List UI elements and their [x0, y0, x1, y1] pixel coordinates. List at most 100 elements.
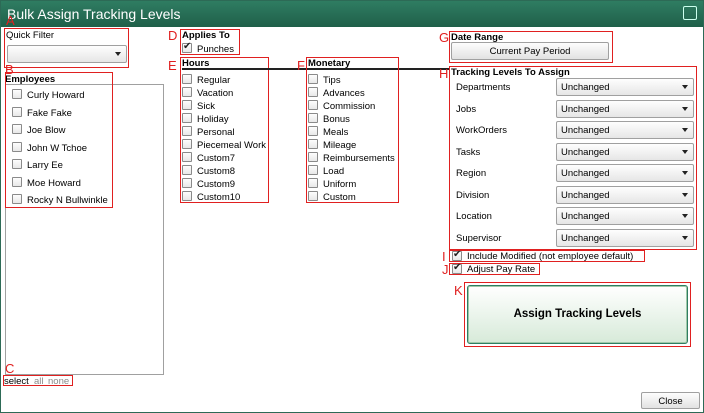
monetary-item-checkbox[interactable]	[308, 126, 318, 136]
tracking-level-dropdown[interactable]: Unchanged	[556, 207, 694, 225]
hours-item-checkbox[interactable]	[182, 165, 192, 175]
window-close-icon[interactable]	[683, 6, 697, 20]
employee-label: Larry Ee	[27, 160, 63, 171]
tracking-level-dropdown[interactable]: Unchanged	[556, 121, 694, 139]
hours-item-label: Vacation	[197, 88, 234, 99]
adjust-pay-rate-label: Adjust Pay Rate	[467, 264, 536, 275]
assign-tracking-levels-button[interactable]: Assign Tracking Levels	[467, 285, 688, 344]
employee-checkbox[interactable]	[12, 106, 22, 117]
hours-item-checkbox[interactable]	[182, 100, 192, 110]
chevron-down-icon	[115, 52, 121, 56]
quick-filter-label: Quick Filter	[6, 30, 55, 41]
hours-item-label: Regular	[197, 75, 231, 86]
employee-checkbox[interactable]	[12, 176, 22, 187]
marker-h: H	[439, 66, 449, 81]
hours-item-label: Custom10	[197, 192, 241, 203]
select-label: select	[4, 376, 29, 387]
employee-label: Curly Howard	[27, 90, 85, 101]
hours-item-label: Personal	[197, 127, 235, 138]
select-none-link[interactable]: none	[48, 376, 69, 387]
hours-item-checkbox[interactable]	[182, 191, 192, 201]
tracking-level-value: Unchanged	[561, 103, 610, 115]
tracking-level-value: Unchanged	[561, 82, 610, 93]
tracking-level-value: Unchanged	[561, 232, 610, 244]
hours-item-label: Piecemeal Work	[197, 140, 266, 151]
monetary-item-checkbox[interactable]	[308, 165, 318, 175]
employee-checkbox[interactable]	[12, 159, 22, 169]
tracking-level-dropdown[interactable]: Unchanged	[556, 164, 694, 182]
monetary-label: Monetary	[308, 58, 351, 69]
date-range-button[interactable]: Current Pay Period	[451, 42, 609, 60]
hours-item-checkbox[interactable]	[182, 87, 192, 97]
chevron-down-icon	[682, 106, 688, 111]
tracking-level-dropdown[interactable]: Unchanged	[556, 99, 694, 118]
employee-checkbox[interactable]	[12, 194, 22, 204]
monetary-item-checkbox[interactable]	[308, 87, 318, 97]
employee-checkbox[interactable]	[12, 124, 22, 134]
tracking-level-name: Division	[456, 189, 490, 201]
monetary-item-checkbox[interactable]	[308, 152, 318, 162]
marker-d: D	[168, 28, 178, 43]
tracking-level-name: WorkOrders	[456, 125, 508, 136]
monetary-item-checkbox[interactable]	[308, 139, 318, 149]
employee-checkbox[interactable]	[12, 89, 22, 99]
hours-item-label: Custom7	[197, 153, 236, 164]
tracking-levels-label: Tracking Levels To Assign	[451, 67, 570, 78]
chevron-down-icon	[682, 214, 688, 218]
include-modified-label: Include Modified (not employee default)	[467, 251, 634, 262]
chevron-down-icon	[682, 128, 688, 132]
monetary-item-checkbox[interactable]	[308, 74, 318, 84]
monetary-item-checkbox[interactable]	[308, 191, 318, 201]
chevron-down-icon	[682, 171, 688, 175]
applies-to-label: Applies To	[182, 30, 230, 41]
hours-item-checkbox[interactable]	[182, 178, 192, 188]
chevron-down-icon	[682, 235, 688, 240]
tracking-level-dropdown[interactable]: Unchanged	[556, 78, 694, 96]
chevron-down-icon	[682, 149, 688, 154]
quick-filter-dropdown[interactable]	[7, 45, 127, 63]
punches-checkbox[interactable]	[182, 41, 192, 53]
employee-label: Rocky N Bullwinkle	[27, 195, 108, 206]
monetary-item-checkbox[interactable]	[308, 113, 318, 123]
adjust-pay-rate-checkbox[interactable]	[452, 262, 462, 274]
employee-label: Joe Blow	[27, 125, 66, 136]
tracking-level-value: Unchanged	[561, 168, 610, 179]
employee-label: John W Tchoe	[27, 142, 88, 154]
tracking-level-dropdown[interactable]: Unchanged	[556, 228, 694, 247]
marker-g: G	[439, 30, 450, 45]
close-button[interactable]: Close	[641, 392, 700, 409]
hours-item-checkbox[interactable]	[182, 74, 192, 84]
select-all-link[interactable]: all	[34, 376, 44, 387]
monetary-item-checkbox[interactable]	[308, 100, 318, 110]
monetary-item-label: Advances	[323, 88, 365, 99]
monetary-item-label: Bonus	[323, 114, 350, 125]
employee-checkbox[interactable]	[12, 141, 22, 152]
hours-item-label: Custom8	[197, 166, 236, 177]
hours-item-checkbox[interactable]	[182, 113, 192, 123]
employee-label: Moe Howard	[27, 177, 81, 189]
monetary-item-label: Custom	[323, 192, 356, 203]
monetary-item-label: Mileage	[323, 140, 357, 151]
hours-item-checkbox[interactable]	[182, 139, 192, 149]
employee-label: Fake Fake	[27, 107, 72, 119]
marker-e: E	[168, 58, 177, 73]
punches-label: Punches	[197, 44, 234, 55]
title-bar: Bulk Assign Tracking Levels	[1, 1, 703, 27]
tracking-level-dropdown[interactable]: Unchanged	[556, 142, 694, 161]
hours-item-label: Holiday	[197, 114, 229, 125]
monetary-item-label: Tips	[323, 75, 341, 86]
hours-item-checkbox[interactable]	[182, 152, 192, 162]
tracking-level-dropdown[interactable]: Unchanged	[556, 185, 694, 204]
bulk-assign-window: Bulk Assign Tracking Levels A Quick Filt…	[0, 0, 704, 413]
monetary-item-checkbox[interactable]	[308, 178, 318, 188]
tracking-level-name: Supervisor	[456, 232, 502, 244]
marker-f: F	[297, 58, 305, 73]
chevron-down-icon	[682, 85, 688, 89]
tracking-level-name: Region	[456, 168, 487, 179]
include-modified-checkbox[interactable]	[452, 249, 462, 261]
hours-item-checkbox[interactable]	[182, 126, 192, 136]
tracking-level-name: Location	[456, 211, 492, 222]
hours-item-label: Custom9	[197, 179, 236, 190]
tracking-level-name: Jobs	[456, 103, 477, 115]
monetary-item-label: Meals	[323, 127, 349, 138]
